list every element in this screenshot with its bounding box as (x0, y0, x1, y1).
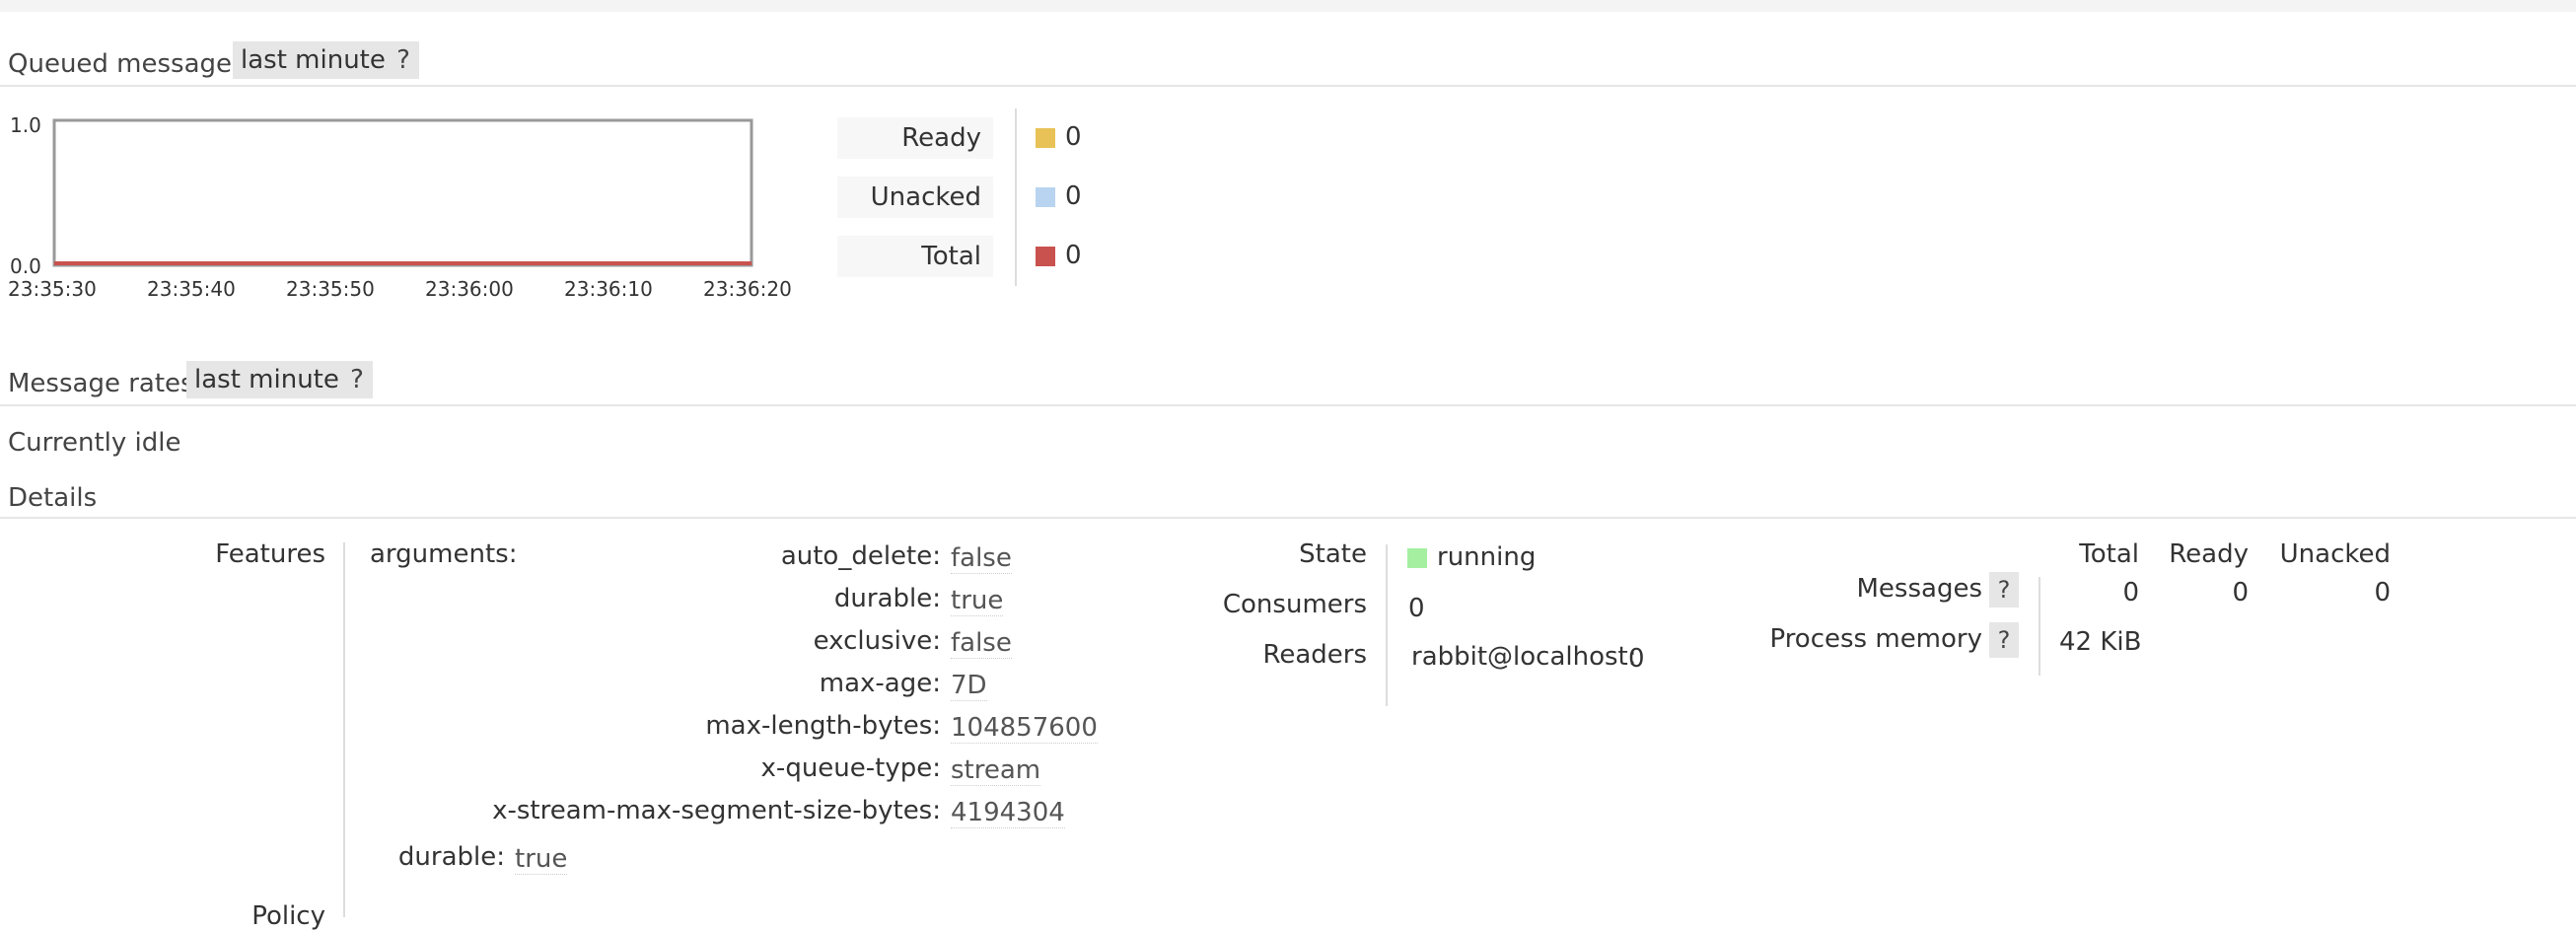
process-memory-help-button[interactable]: ? (1989, 622, 2019, 658)
arg-key-exclusive: exclusive: (813, 626, 941, 656)
process-memory-value: 42 KiB (2059, 627, 2142, 657)
stats-header-ready: Ready (2169, 539, 2249, 569)
message-rates-header: Message rates last minute ? (0, 361, 2576, 406)
rates-help-button[interactable]: ? (341, 361, 373, 398)
arg-value-x-stream-max-segment-size-bytes: 4194304 (951, 798, 1065, 828)
state-running-indicator (1407, 548, 1427, 568)
state-label: State (1299, 539, 1367, 569)
legend-label-unacked: Unacked (837, 177, 993, 218)
legend-label-total: Total (837, 236, 993, 277)
queued-help-button[interactable]: ? (388, 41, 419, 79)
messages-ready-value: 0 (2232, 578, 2249, 608)
queued-messages-chart: 1.0 0.0 23:35:30 23:35:40 23:35:50 23:36:00… (8, 113, 792, 301)
messages-unacked-value: 0 (2374, 578, 2391, 608)
durable-label: durable: (397, 842, 505, 872)
arg-value-x-queue-type: stream (951, 755, 1041, 786)
chart-plot-area (52, 118, 753, 267)
messages-label: Messages (1856, 574, 1983, 604)
legend-value-unacked: 0 (1065, 181, 1082, 211)
details-header: Details (0, 483, 2576, 519)
details-title: Details (8, 483, 98, 513)
arg-value-durable: true (951, 586, 1004, 616)
queued-messages-title: Queued messages (8, 49, 246, 79)
arg-value-max-age: 7D (951, 671, 987, 701)
legend-divider (1015, 108, 1017, 286)
arg-key-max-age: max-age: (819, 669, 941, 698)
features-divider (343, 542, 345, 917)
y-tick-label-bottom: 0.0 (10, 254, 41, 278)
arg-key-x-stream-max-segment-size-bytes: x-stream-max-segment-size-bytes: (492, 796, 941, 825)
arg-key-max-length-bytes: max-length-bytes: (705, 711, 941, 741)
message-rates-title: Message rates (8, 369, 194, 398)
queued-range-button[interactable]: last minute (233, 41, 394, 79)
arg-value-auto-delete: false (951, 543, 1012, 574)
legend-label-ready: Ready (837, 117, 993, 159)
durable-value: true (515, 844, 568, 875)
legend-swatch-ready (1036, 128, 1055, 148)
messages-total-value: 0 (2122, 578, 2139, 608)
state-divider (1386, 544, 1388, 706)
rates-range-button[interactable]: last minute (186, 361, 347, 398)
legend-swatch-unacked (1036, 187, 1055, 207)
x-tick-label: 23:35:50 (286, 277, 375, 301)
arg-value-exclusive: false (951, 628, 1012, 659)
messages-help-button[interactable]: ? (1989, 572, 2019, 608)
readers-node: rabbit@localhost: (1411, 642, 1637, 672)
legend-swatch-total (1036, 247, 1055, 266)
readers-label: Readers (1262, 640, 1367, 670)
queued-messages-header: Queued messages last minute ? (0, 41, 2576, 87)
x-tick-label: 23:36:10 (564, 277, 653, 301)
stats-header-unacked: Unacked (2279, 539, 2391, 569)
state-value: running (1437, 542, 1537, 572)
arguments-label: arguments: (370, 539, 518, 569)
arg-key-durable: durable: (833, 584, 941, 613)
legend-value-ready: 0 (1065, 122, 1082, 152)
policy-label: Policy (251, 901, 325, 931)
features-label: Features (215, 539, 325, 569)
arg-key-x-queue-type: x-queue-type: (760, 753, 941, 783)
legend-value-total: 0 (1065, 241, 1082, 270)
consumers-value: 0 (1408, 594, 1425, 623)
x-tick-label: 23:35:40 (147, 277, 236, 301)
x-tick-label: 23:35:30 (8, 277, 97, 301)
consumers-label: Consumers (1222, 590, 1367, 619)
arg-key-auto-delete: auto_delete: (780, 541, 941, 571)
x-tick-label: 23:36:00 (425, 277, 514, 301)
rates-status: Currently idle (8, 428, 181, 458)
stats-header-total: Total (2079, 539, 2139, 569)
x-tick-label: 23:36:20 (703, 277, 792, 301)
y-tick-label-top: 1.0 (10, 113, 41, 137)
arg-value-max-length-bytes: 104857600 (951, 713, 1098, 744)
top-strip (0, 0, 2576, 12)
process-memory-label: Process memory (1769, 624, 1982, 654)
stats-divider (2039, 577, 2040, 676)
readers-value: 0 (1628, 644, 1645, 674)
